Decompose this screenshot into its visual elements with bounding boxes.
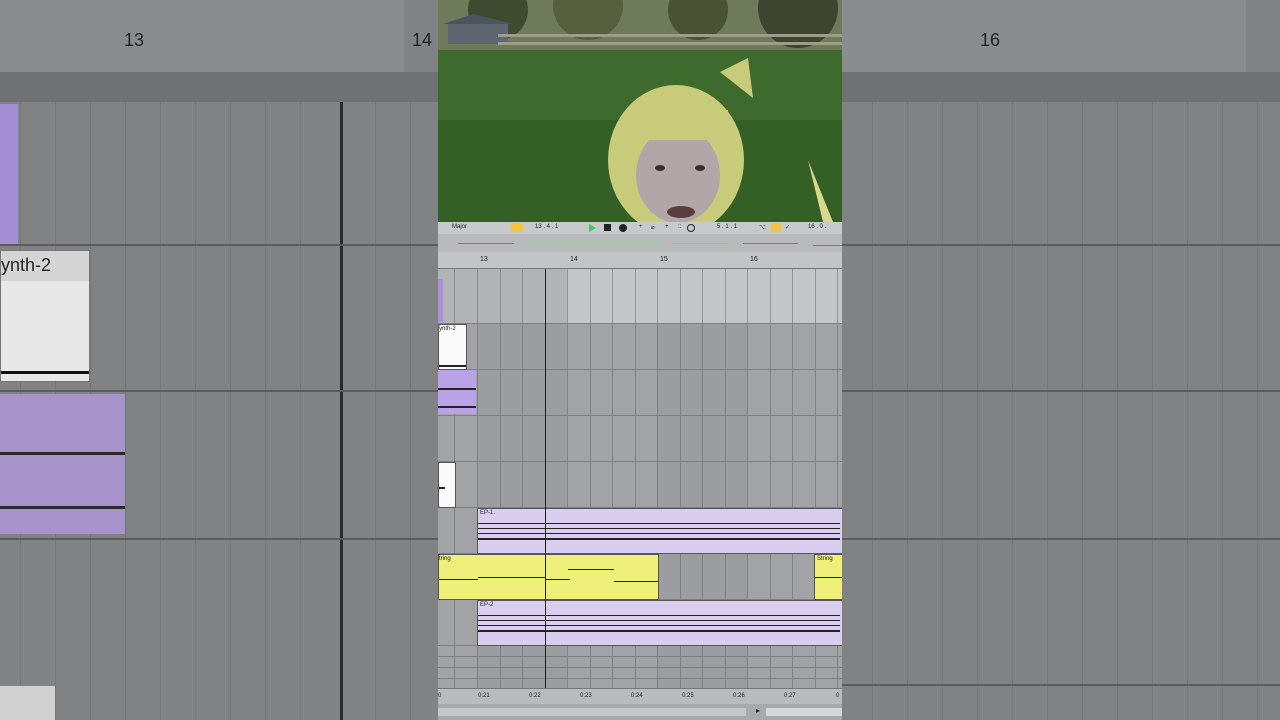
string-clip-2[interactable]: String [814, 554, 842, 600]
bg-bar-label-right: 14 [412, 30, 433, 50]
ep2-clip-label: EP-2 [480, 602, 494, 608]
play-icon[interactable] [589, 224, 596, 232]
webcam-overlay [438, 0, 842, 222]
midi-clip[interactable] [438, 279, 443, 322]
synth-clip-label: ynth-2 [439, 326, 456, 332]
beat-ruler[interactable]: 13 14 15 16 [438, 252, 842, 269]
time-label: 0:25 [682, 693, 694, 699]
ep1-clip-label: EP-1. [480, 510, 496, 516]
track-lane[interactable] [438, 462, 842, 508]
bg-purple-clip-2 [0, 394, 125, 534]
time-ruler[interactable]: 0 0:21 0:22 0:23 0:24 0:25 0:26 0:27 0 [438, 688, 842, 705]
punch-in-icon[interactable]: ⌥ [759, 224, 766, 231]
daw-screen: Major 13 . 4 . 1 + ⌀ + :: 5 . 1 . 1 ⌥ ✓ … [438, 0, 842, 720]
synth-clip[interactable]: ynth-2 [438, 324, 467, 370]
session-record-icon[interactable]: :: [678, 224, 681, 230]
string-clip-label: tring [439, 556, 451, 562]
string-clip[interactable]: tring [438, 554, 659, 600]
time-label: 0 [438, 693, 442, 699]
metronome-icon[interactable] [687, 224, 695, 232]
right-background-zoom: 16 [842, 0, 1280, 720]
time-label: 0:24 [631, 693, 643, 699]
track-lane[interactable] [438, 370, 842, 416]
bg-purple-clip [0, 104, 18, 244]
time-label: 0:22 [529, 693, 541, 699]
time-label: 0:21 [478, 693, 490, 699]
white-clip[interactable] [438, 462, 456, 508]
string-clip-2-label: String [817, 556, 833, 562]
time-label: 0:23 [580, 693, 592, 699]
end-position[interactable]: 16 . 0 . [808, 224, 826, 230]
time-label: 0:26 [733, 693, 745, 699]
loop-length[interactable]: 5 . 1 . 1 [717, 224, 737, 230]
automation-icon[interactable]: ⌀ [651, 224, 655, 231]
track-lane-string[interactable]: tring String [438, 554, 842, 600]
scroll-thumb[interactable] [766, 708, 842, 716]
left-background-zoom: 13 14 ynth-2 [0, 0, 438, 720]
bar-14: 14 [570, 256, 578, 263]
track-lane[interactable] [438, 416, 842, 462]
arrangement-overview[interactable] [438, 234, 842, 252]
status-bar: ▸ [438, 704, 842, 720]
ep2-clip[interactable]: EP-2 [477, 600, 842, 646]
bg-bar-label-16: 16 [980, 30, 1001, 50]
bg-playhead [340, 102, 343, 720]
playhead [545, 269, 546, 688]
bar-16: 16 [750, 256, 758, 263]
scale-dropdown[interactable]: Major [452, 224, 467, 230]
bar-13: 13 [480, 256, 488, 263]
track-lane[interactable]: ynth-2 [438, 324, 842, 370]
track-lane-ep1[interactable]: EP-1. [438, 508, 842, 554]
track-lane[interactable] [438, 269, 842, 324]
song-position[interactable]: 13 . 4 . 1 [535, 224, 558, 230]
follow-icon[interactable] [511, 223, 523, 232]
bg-ruler-right: 16 [842, 0, 1246, 74]
bg-bar-label: 13 [124, 30, 145, 50]
overdub-icon[interactable]: + [639, 224, 643, 230]
bg-ruler-left: 13 14 [0, 0, 432, 74]
bar-15: 15 [660, 256, 668, 263]
time-label: 0:27 [784, 693, 796, 699]
bg-synth-label: ynth-2 [1, 255, 52, 275]
time-label: 0 [836, 693, 840, 699]
arrangement-view[interactable]: ynth-2 EP-1. tring String EP-2 [438, 269, 842, 688]
track-lane-ep2[interactable]: EP-2 [438, 600, 842, 646]
purple-clip[interactable] [438, 370, 476, 414]
ep1-clip[interactable]: EP-1. [477, 508, 842, 554]
horizontal-scrollbar[interactable] [438, 708, 746, 716]
stop-icon[interactable] [604, 224, 611, 231]
loop-switch-icon[interactable] [771, 223, 781, 232]
record-icon[interactable] [619, 224, 627, 232]
capture-icon[interactable]: + [665, 224, 669, 230]
draw-mode-icon[interactable]: ✓ [785, 224, 790, 231]
play-triangle-icon[interactable]: ▸ [756, 706, 760, 715]
bg-synth-clip: ynth-2 [0, 250, 90, 382]
